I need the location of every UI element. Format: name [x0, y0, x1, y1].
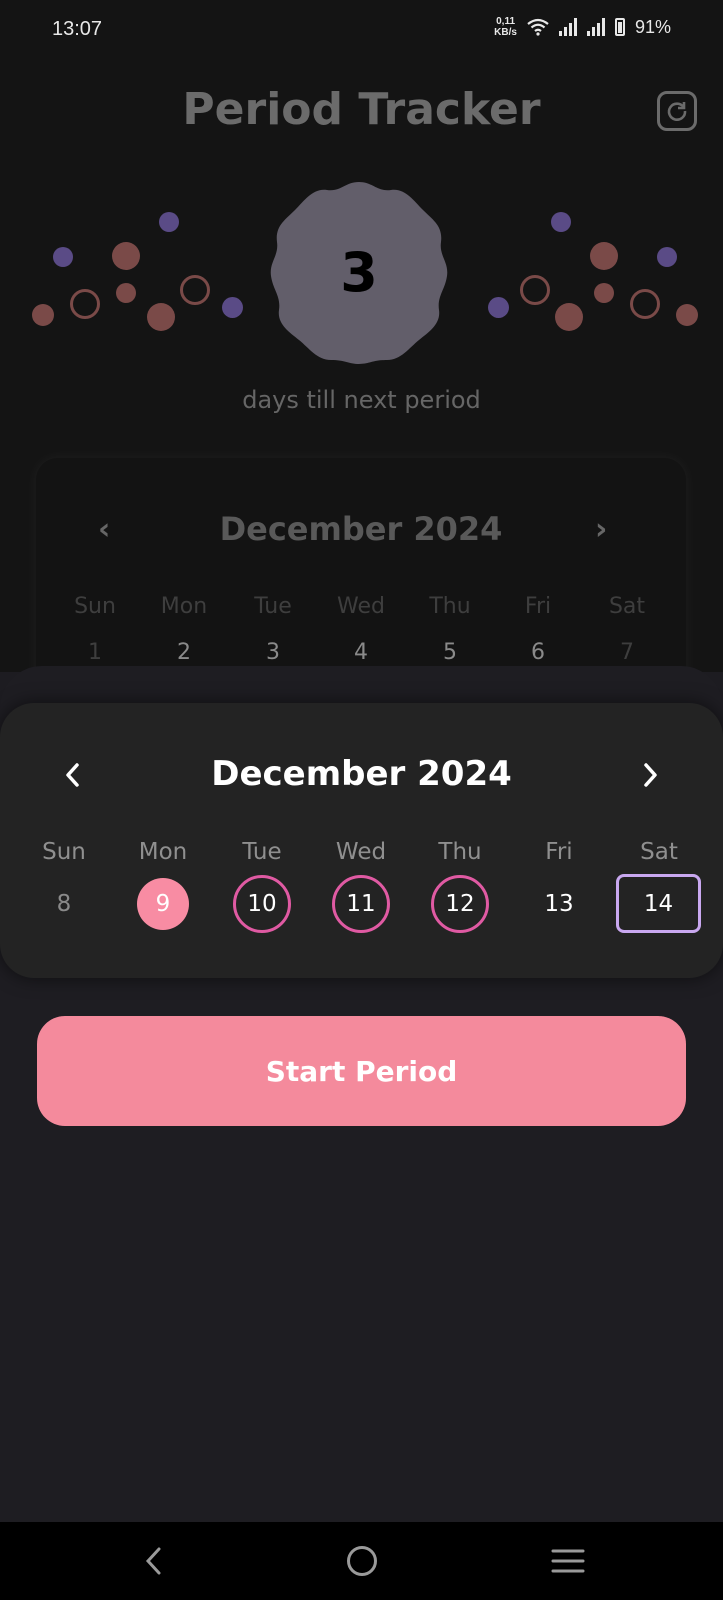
- decor-dot: [147, 303, 175, 331]
- wifi-icon: [527, 18, 549, 36]
- background-weekday: Mon: [160, 594, 208, 619]
- network-speed-value: 0,11: [496, 16, 516, 27]
- system-nav-bar: [0, 1522, 723, 1600]
- signal-icon-2: [586, 18, 605, 36]
- day-cell-predicted[interactable]: 10: [233, 875, 291, 933]
- day-cell-today[interactable]: 14: [616, 874, 701, 933]
- month-title: December 2024: [211, 754, 512, 794]
- background-weekday: Wed: [337, 594, 385, 619]
- background-weekday: Thu: [429, 594, 471, 619]
- decor-dot: [112, 242, 140, 270]
- weekday-label: Sun: [42, 839, 86, 865]
- next-week-button[interactable]: [630, 755, 670, 795]
- decor-dot: [594, 283, 614, 303]
- background-day: 5: [443, 640, 457, 665]
- decor-dot: [116, 283, 136, 303]
- background-weekday: Tue: [254, 594, 292, 619]
- weekday-label: Fri: [545, 839, 573, 865]
- decor-dot: [657, 247, 677, 267]
- refresh-icon: [667, 102, 687, 121]
- decor-dot: [222, 297, 243, 318]
- weekday-label: Wed: [335, 839, 387, 865]
- decor-dot: [551, 212, 571, 232]
- day-cell-predicted[interactable]: 11: [332, 875, 390, 933]
- decor-dot: [520, 275, 550, 305]
- decor-dot: [590, 242, 618, 270]
- day-cell-predicted[interactable]: 12: [431, 875, 489, 933]
- weekday-label: Mon: [138, 839, 188, 865]
- background-day: 7: [620, 640, 634, 665]
- status-time: 13:07: [52, 18, 103, 40]
- decor-dot: [630, 289, 660, 319]
- background-month-title: December 2024: [219, 510, 503, 548]
- decor-dot: [32, 304, 54, 326]
- background-day: 2: [177, 640, 191, 665]
- background-day: 4: [354, 640, 368, 665]
- decor-dot: [676, 304, 698, 326]
- signal-icon: [558, 18, 577, 36]
- menu-icon: [551, 1549, 585, 1573]
- day-cell[interactable]: 8: [36, 876, 92, 932]
- back-icon: [145, 1547, 161, 1575]
- decor-dot: [159, 212, 179, 232]
- background-next-icon: ›: [595, 512, 608, 547]
- battery-icon: [614, 18, 625, 36]
- background-day: 3: [266, 640, 280, 665]
- decor-dot: [53, 247, 73, 267]
- nav-back-button[interactable]: [124, 1536, 184, 1586]
- day-cell[interactable]: 13: [531, 876, 587, 932]
- background-weekday: Sun: [74, 594, 116, 619]
- decor-dot: [70, 289, 100, 319]
- status-bar: 13:07 0,11 KB/s 91%: [0, 0, 723, 62]
- home-icon: [347, 1546, 377, 1576]
- day-cell-period-start[interactable]: 9: [137, 878, 189, 930]
- start-period-button[interactable]: Start Period: [37, 1016, 686, 1126]
- network-speed: 0,11 KB/s: [494, 16, 517, 38]
- background-day: 6: [531, 640, 545, 665]
- days-caption: days till next period: [242, 386, 481, 414]
- status-indicators: 0,11 KB/s 91%: [494, 16, 671, 38]
- decor-dot: [180, 275, 210, 305]
- weekday-label: Thu: [438, 839, 482, 865]
- nav-home-button[interactable]: [332, 1536, 392, 1586]
- decor-dot: [555, 303, 583, 331]
- background-weekday: Fri: [524, 594, 552, 619]
- days-until-count: 3: [340, 241, 378, 304]
- background-day: 1: [88, 640, 102, 665]
- nav-recents-button[interactable]: [538, 1536, 598, 1586]
- background-weekday: Sat: [608, 594, 646, 619]
- network-speed-unit: KB/s: [494, 27, 517, 38]
- decor-dot: [488, 297, 509, 318]
- battery-percent: 91%: [634, 16, 671, 37]
- weekday-label: Tue: [242, 839, 282, 865]
- weekday-label: Sat: [640, 839, 678, 865]
- chevron-right-icon: [644, 763, 657, 787]
- reset-button[interactable]: [657, 91, 697, 131]
- app-title: Period Tracker: [182, 84, 541, 135]
